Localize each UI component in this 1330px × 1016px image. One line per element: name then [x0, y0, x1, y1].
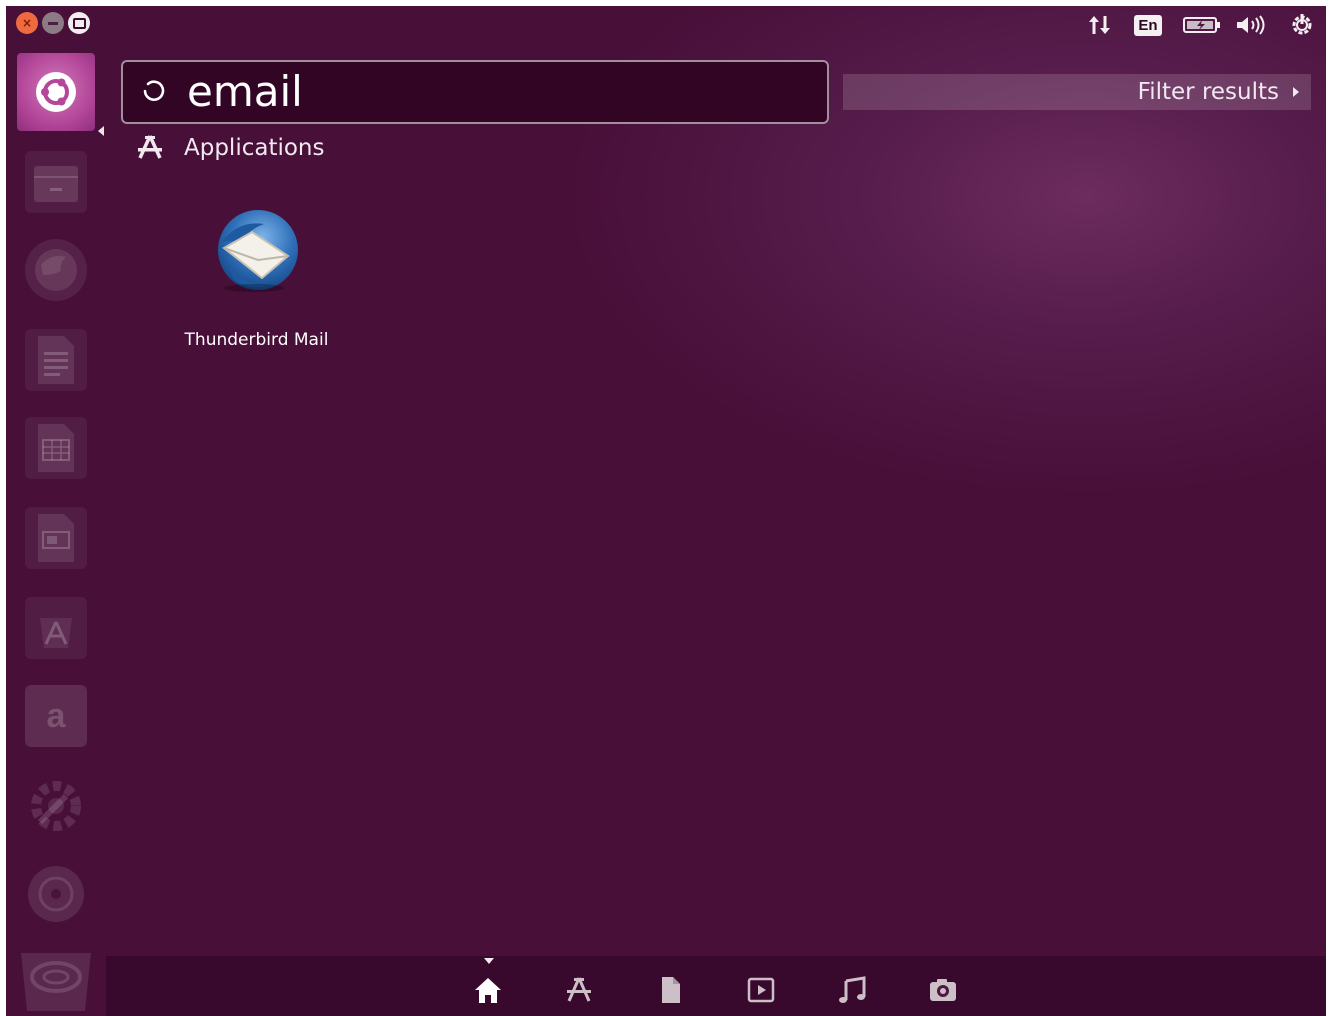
ubuntu-logo-icon [36, 72, 76, 112]
network-indicator[interactable] [1086, 12, 1114, 38]
launcher-item-system-settings[interactable] [16, 766, 96, 846]
home-lens-icon [475, 978, 501, 1003]
thunderbird-icon [218, 210, 298, 292]
minimize-button[interactable] [42, 12, 64, 34]
volume-indicator[interactable] [1234, 12, 1270, 38]
lens-music[interactable] [836, 974, 868, 1006]
photo-lens-icon [930, 979, 956, 1001]
search-query: email [187, 67, 303, 116]
volume-icon [1237, 15, 1265, 35]
battery-indicator[interactable] [1182, 12, 1222, 38]
amazon-icon: a [46, 696, 66, 735]
close-button[interactable]: × [16, 12, 38, 34]
launcher-item-writer[interactable] [16, 320, 96, 400]
launcher-item-trash[interactable] [16, 942, 96, 1016]
result-thunderbird-mail[interactable]: Thunderbird Mail [174, 202, 334, 362]
software-center-icon [40, 618, 72, 648]
applications-lens-icon [567, 977, 591, 1002]
lens-files[interactable] [654, 974, 686, 1006]
search-input[interactable]: email [121, 60, 829, 124]
settings-gear-icon [31, 781, 81, 831]
launcher-item-firefox[interactable] [16, 230, 96, 310]
trash-icon [21, 953, 91, 1011]
launcher-item-disc[interactable] [16, 854, 96, 934]
files-lens-icon [662, 977, 680, 1003]
lens-video[interactable] [745, 974, 777, 1006]
close-icon: × [21, 16, 33, 30]
top-panel: × En [6, 6, 1326, 44]
result-label: Thunderbird Mail [184, 330, 329, 350]
launcher-item-calc[interactable] [16, 408, 96, 488]
document-icon [38, 336, 74, 384]
maximize-button[interactable] [68, 12, 90, 34]
lens-home[interactable] [472, 974, 504, 1006]
launcher-item-amazon[interactable]: a [16, 676, 96, 756]
search-spinner-icon [143, 80, 165, 101]
presentation-icon [38, 514, 74, 562]
lens-photo[interactable] [927, 974, 959, 1006]
keyboard-layout-label: En [1134, 14, 1162, 36]
file-cabinet-icon [34, 166, 78, 202]
applications-category-icon [138, 135, 162, 159]
launcher-active-arrow [98, 126, 104, 136]
active-lens-indicator [484, 958, 494, 964]
minimize-icon [48, 21, 58, 25]
lens-applications[interactable] [563, 974, 595, 1006]
session-indicator[interactable] [1288, 12, 1316, 38]
lens-bar [106, 956, 1326, 1016]
launcher: a [6, 44, 106, 1016]
firefox-icon [35, 249, 77, 291]
disc-icon [28, 866, 84, 922]
launcher-item-impress[interactable] [16, 498, 96, 578]
music-lens-icon [839, 976, 866, 1003]
spreadsheet-icon [38, 424, 74, 472]
keyboard-layout-indicator[interactable]: En [1132, 12, 1164, 38]
launcher-item-dash-home[interactable] [16, 52, 96, 132]
battery-icon [1183, 17, 1220, 33]
launcher-item-software-center[interactable] [16, 588, 96, 668]
category-header-applications[interactable]: Applications [136, 134, 325, 162]
filter-results-label: Filter results [1137, 79, 1279, 105]
power-gear-icon [1292, 14, 1312, 35]
category-label: Applications [184, 135, 325, 161]
expand-arrow-icon [1293, 87, 1299, 97]
network-updown-icon [1089, 16, 1110, 34]
launcher-item-files[interactable] [16, 142, 96, 222]
maximize-icon [72, 17, 86, 29]
filter-results-button[interactable]: Filter results [843, 74, 1311, 110]
unity-dash: × En a email Filter results Applications… [6, 6, 1326, 1016]
video-lens-icon [747, 977, 775, 1003]
